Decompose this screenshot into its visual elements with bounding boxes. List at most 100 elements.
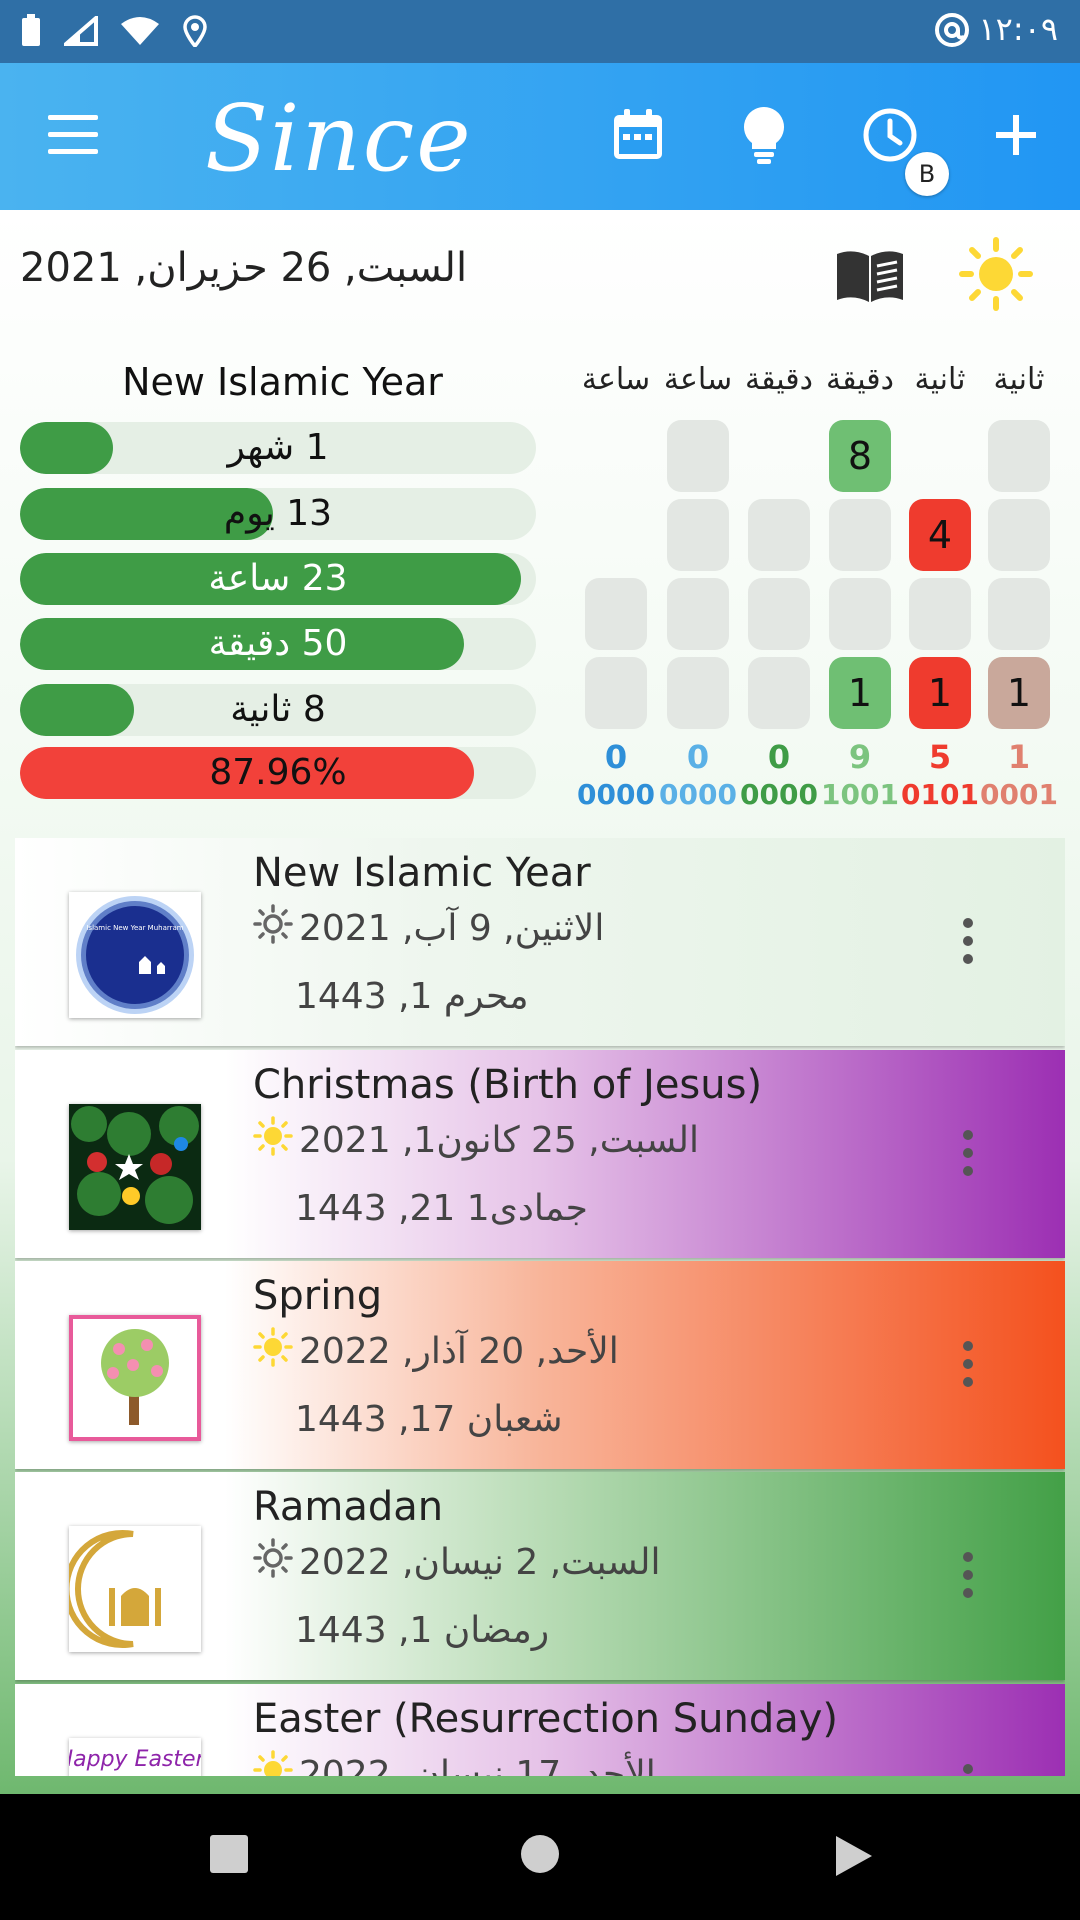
signal-icon xyxy=(60,13,98,50)
sun-icon xyxy=(253,1538,293,1587)
event-list-item[interactable]: Christmas (Birth of Jesus) السبت, 25 كانو… xyxy=(15,1050,1065,1258)
countdown-bar: 50 دقيقة xyxy=(20,618,536,670)
event-list-item[interactable]: Happy Easter! Easter (Resurrection Sunday… xyxy=(15,1684,1065,1776)
binary-cell xyxy=(585,657,647,729)
countdown-bar-label: 23 ساعة xyxy=(208,558,348,599)
binary-cell xyxy=(667,499,729,571)
moon-icon xyxy=(253,1184,289,1233)
binary-digit-bits: 0001 xyxy=(980,778,1058,811)
event-list-item[interactable]: Ramadan السبت, 2 نيسان, 2022 رمضان 1, 1443 xyxy=(15,1472,1065,1680)
binary-cell xyxy=(988,578,1050,650)
binary-digit-value: 0 xyxy=(686,738,710,776)
binary-cell xyxy=(909,578,971,650)
binary-cell xyxy=(748,657,810,729)
back-button[interactable] xyxy=(834,1834,874,1882)
binary-cell xyxy=(667,420,729,492)
event-hijri-text: شعبان 17, 1443 xyxy=(295,1399,563,1440)
moon-icon xyxy=(253,1395,289,1444)
event-gregorian-date: الأحد, 20 آذار, 2022 xyxy=(253,1327,619,1376)
event-title: New Islamic Year xyxy=(253,850,591,896)
location-icon xyxy=(182,15,208,51)
home-button[interactable] xyxy=(520,1834,560,1878)
event-hijri-text: جمادى1 21, 1443 xyxy=(295,1188,588,1229)
binary-cell: 1 xyxy=(909,657,971,729)
event-gregorian-date: السبت, 25 كانون1, 2021 xyxy=(253,1116,699,1165)
binary-cell xyxy=(988,420,1050,492)
event-hijri-date: رمضان 1, 1443 xyxy=(253,1606,549,1655)
more-options-icon[interactable] xyxy=(963,1341,975,1395)
binary-digit-value: 5 xyxy=(928,738,952,776)
binary-cell xyxy=(829,499,891,571)
event-gregorian-date: السبت, 2 نيسان, 2022 xyxy=(253,1538,660,1587)
thumb-caption: Islamic New Year Muharram xyxy=(86,924,183,932)
binary-digit-value: 0 xyxy=(767,738,791,776)
more-options-icon[interactable] xyxy=(963,1130,975,1184)
app-title: Since xyxy=(205,85,473,192)
binary-column-header: ثانية xyxy=(914,362,966,397)
status-bar: ١٢:٠٩ xyxy=(0,0,1080,63)
event-gregorian-text: الأحد, 20 آذار, 2022 xyxy=(299,1331,619,1372)
binary-cell xyxy=(748,499,810,571)
event-thumbnail: Islamic New Year Muharram xyxy=(69,892,201,1018)
calendar-button[interactable] xyxy=(602,99,674,171)
clock-badge: B xyxy=(905,152,949,196)
binary-column-header: دقيقة xyxy=(825,362,894,397)
binary-digit-value: 1 xyxy=(1007,738,1031,776)
binary-cell: 1 xyxy=(988,657,1050,729)
sun-icon[interactable] xyxy=(958,236,1034,316)
event-list-item[interactable]: Islamic New Year Muharram New Islamic Yea… xyxy=(15,838,1065,1046)
binary-column-header: دقيقة xyxy=(744,362,813,397)
countdown-bar: 13 يوم xyxy=(20,488,536,540)
binary-digit-value: 0 xyxy=(604,738,628,776)
more-options-icon[interactable] xyxy=(963,1764,975,1776)
square-icon xyxy=(210,1835,248,1873)
event-thumbnail xyxy=(69,1104,201,1230)
menu-icon xyxy=(48,115,98,120)
countdown-bar: 1 شهر xyxy=(20,422,536,474)
add-button[interactable] xyxy=(980,99,1052,171)
sun-icon xyxy=(253,1327,293,1376)
at-sign-icon xyxy=(934,12,970,57)
calendar-icon xyxy=(614,109,662,159)
countdown-bar: 8 ثانية xyxy=(20,684,536,736)
sun-icon xyxy=(253,1116,293,1165)
event-hijri-date: جمادى1 21, 1443 xyxy=(253,1184,588,1233)
countdown-bar-label: 1 شهر xyxy=(227,427,329,468)
menu-button[interactable] xyxy=(48,115,98,155)
recents-button[interactable] xyxy=(209,1834,249,1878)
plus-icon xyxy=(996,115,1036,155)
event-thumbnail xyxy=(69,1526,201,1652)
countdown-bar-label: 87.96% xyxy=(209,752,347,793)
moon-icon xyxy=(253,972,289,1021)
lightbulb-icon xyxy=(744,107,784,164)
more-options-icon[interactable] xyxy=(963,918,975,972)
battery-icon xyxy=(20,14,42,52)
event-gregorian-text: السبت, 2 نيسان, 2022 xyxy=(299,1542,661,1583)
sun-icon xyxy=(253,1750,293,1776)
wifi-icon xyxy=(120,16,160,50)
binary-cell xyxy=(667,657,729,729)
countdown-bar: 23 ساعة xyxy=(20,553,536,605)
countdown-bar: 87.96% xyxy=(20,747,536,799)
event-gregorian-text: الاثنين, 9 آب, 2021 xyxy=(299,908,605,949)
more-options-icon[interactable] xyxy=(963,1552,975,1606)
event-list-item[interactable]: Spring الأحد, 20 آذار, 2022 شعبان 17, 1443 xyxy=(15,1261,1065,1469)
binary-column-header: ساعة xyxy=(581,362,651,397)
book-icon[interactable] xyxy=(835,248,905,308)
event-hijri-date: شعبان 17, 1443 xyxy=(253,1395,563,1444)
main-content: السبت, 26 حزيران, 2021 New Islamic Year … xyxy=(0,210,1080,1794)
event-list[interactable]: Islamic New Year Muharram New Islamic Yea… xyxy=(15,838,1065,1776)
tips-button[interactable] xyxy=(728,99,800,171)
binary-column-header: ثانية xyxy=(993,362,1045,397)
event-thumbnail: Happy Easter! xyxy=(69,1738,201,1776)
binary-digit-bits: 1001 xyxy=(821,778,899,811)
event-hijri-text: محرم 1, 1443 xyxy=(295,976,529,1017)
event-gregorian-date: الأحد, 17 نيسان, 2022 xyxy=(253,1750,656,1776)
binary-column-header: ساعة xyxy=(663,362,733,397)
thumb-caption: Happy Easter! xyxy=(69,1747,201,1772)
binary-cell: 8 xyxy=(829,420,891,492)
circle-icon xyxy=(521,1835,559,1873)
triangle-icon xyxy=(836,1836,872,1876)
countdown-title: New Islamic Year xyxy=(122,360,443,404)
event-gregorian-date: الاثنين, 9 آب, 2021 xyxy=(253,904,604,953)
